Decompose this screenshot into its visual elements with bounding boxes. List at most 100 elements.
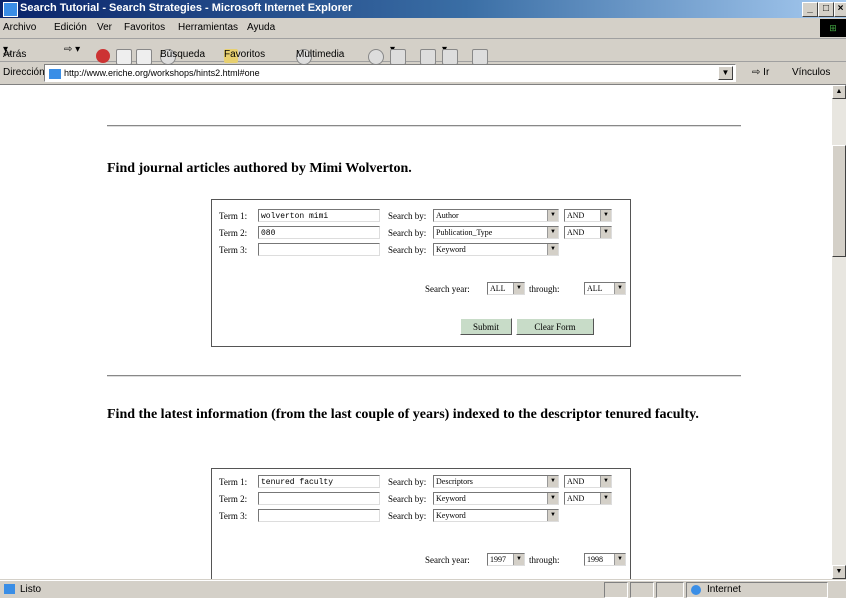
year-from-value: 1997 [490,555,506,564]
searchby1-select[interactable]: Descriptors ▼ [433,475,559,488]
address-url: http://www.eriche.org/workshops/hints2.h… [64,68,260,78]
chevron-down-icon: ▼ [547,493,558,504]
through-label: through: [529,555,560,565]
op2-select[interactable]: AND ▼ [564,226,612,239]
example1-heading: Find journal articles authored by Mimi W… [107,161,412,176]
searchby3-select[interactable]: Keyword ▼ [433,509,559,522]
scroll-down-icon[interactable]: ▼ [832,565,846,579]
term2-input[interactable] [258,492,380,505]
term2-label: Term 2: [219,228,248,238]
chevron-down-icon: ▼ [547,510,558,521]
menu-ayuda[interactable]: Ayuda [247,22,275,33]
example1-form: Term 1: wolverton mimi Search by: Author… [211,199,631,347]
address-bar: Dirección http://www.eriche.org/workshop… [0,62,846,85]
submit-button[interactable]: Submit [460,318,512,335]
searchby2-select[interactable]: Keyword ▼ [433,492,559,505]
vertical-scrollbar[interactable]: ▲ ▼ [832,85,846,579]
term3-input[interactable] [258,243,380,256]
zone-label: Internet [707,584,741,595]
close-button[interactable]: × [834,2,846,17]
year-from-label: Search year: [425,284,470,294]
term1-input[interactable]: wolverton mimi [258,209,380,222]
menu-edicion[interactable]: Edición [54,22,87,33]
searchby3-select[interactable]: Keyword ▼ [433,243,559,256]
chevron-down-icon: ▼ [547,244,558,255]
address-input[interactable]: http://www.eriche.org/workshops/hints2.h… [44,64,736,82]
term3-input[interactable] [258,509,380,522]
year-from-label: Search year: [425,555,470,565]
toolbar: ⇦ Atrás ▾ ⇨ ▾ Búsqueda Favoritos Multime… [0,39,846,65]
windows-logo-icon: ⊞ [820,19,846,37]
chevron-down-icon: ▼ [547,476,558,487]
term1-input[interactable]: tenured faculty [258,475,380,488]
links-button[interactable]: Vínculos [792,67,830,78]
searchby2-select[interactable]: Publication_Type ▼ [433,226,559,239]
searchby1-label: Search by: [388,477,427,487]
chevron-down-icon: ▼ [600,493,611,504]
menu-herramientas[interactable]: Herramientas [178,22,238,33]
year-to-value: ALL [587,284,603,293]
example2-heading: Find the latest information (from the la… [107,407,699,422]
searchby2-label: Search by: [388,494,427,504]
menu-ver[interactable]: Ver [97,22,112,33]
search-label: Búsqueda [160,49,206,60]
chevron-down-icon: ▼ [513,554,524,565]
op2-value: AND [567,494,585,503]
forward-button[interactable]: ⇨ ▾ [64,44,80,55]
go-button[interactable]: ⇨ Ir [752,67,769,78]
status-cell [656,582,684,598]
searchby1-value: Author [436,211,459,220]
stop-icon [96,49,110,63]
edit-button[interactable]: ▾ [442,44,458,65]
globe-icon [691,585,701,595]
maximize-button[interactable]: □ [818,2,834,17]
divider [107,375,741,377]
ie-page-icon [3,2,18,17]
searchby3-label: Search by: [388,245,427,255]
menu-favoritos[interactable]: Favoritos [124,22,165,33]
op2-value: AND [567,228,585,237]
term2-input[interactable]: 080 [258,226,380,239]
scroll-up-icon[interactable]: ▲ [832,85,846,99]
chevron-down-icon: ▼ [614,554,625,565]
chevron-down-icon: ▼ [614,283,625,294]
searchby3-value: Keyword [436,245,466,254]
status-cell [604,582,628,598]
multimedia-label: Multimedia [296,49,345,60]
op1-value: AND [567,477,585,486]
year-from-select[interactable]: ALL ▼ [487,282,525,295]
searchby2-value: Keyword [436,494,466,503]
op1-select[interactable]: AND ▼ [564,475,612,488]
minimize-button[interactable]: _ [802,2,818,17]
back-button[interactable]: ⇦ Atrás ▾ [3,44,26,60]
term2-label: Term 2: [219,494,248,504]
divider [107,125,741,127]
address-dropdown-icon[interactable]: ▼ [718,66,733,80]
mail-button[interactable]: ▾ [390,44,406,65]
op2-select[interactable]: AND ▼ [564,492,612,505]
year-from-value: ALL [490,284,506,293]
chevron-down-icon: ▼ [600,210,611,221]
term3-label: Term 3: [219,511,248,521]
searchby1-label: Search by: [388,211,427,221]
year-from-select[interactable]: 1997 ▼ [487,553,525,566]
window-title: Search Tutorial - Search Strategies - Mi… [20,2,353,14]
op1-value: AND [567,211,585,220]
go-arrow-icon: ⇨ [752,67,761,78]
page-icon [49,68,61,79]
scroll-thumb[interactable] [832,145,846,257]
example2-form: Term 1: tenured faculty Search by: Descr… [211,468,631,579]
searchby1-select[interactable]: Author ▼ [433,209,559,222]
through-label: through: [529,284,560,294]
security-zone: Internet [686,582,828,598]
status-cell [630,582,654,598]
year-to-select[interactable]: ALL ▼ [584,282,626,295]
op1-select[interactable]: AND ▼ [564,209,612,222]
menu-archivo[interactable]: Archivo [3,22,36,33]
clear-form-button[interactable]: Clear Form [516,318,594,335]
back-label: Atrás [3,49,27,60]
term1-label: Term 1: [219,477,248,487]
searchby2-label: Search by: [388,228,427,238]
page-status-icon [4,584,15,594]
year-to-select[interactable]: 1998 ▼ [584,553,626,566]
